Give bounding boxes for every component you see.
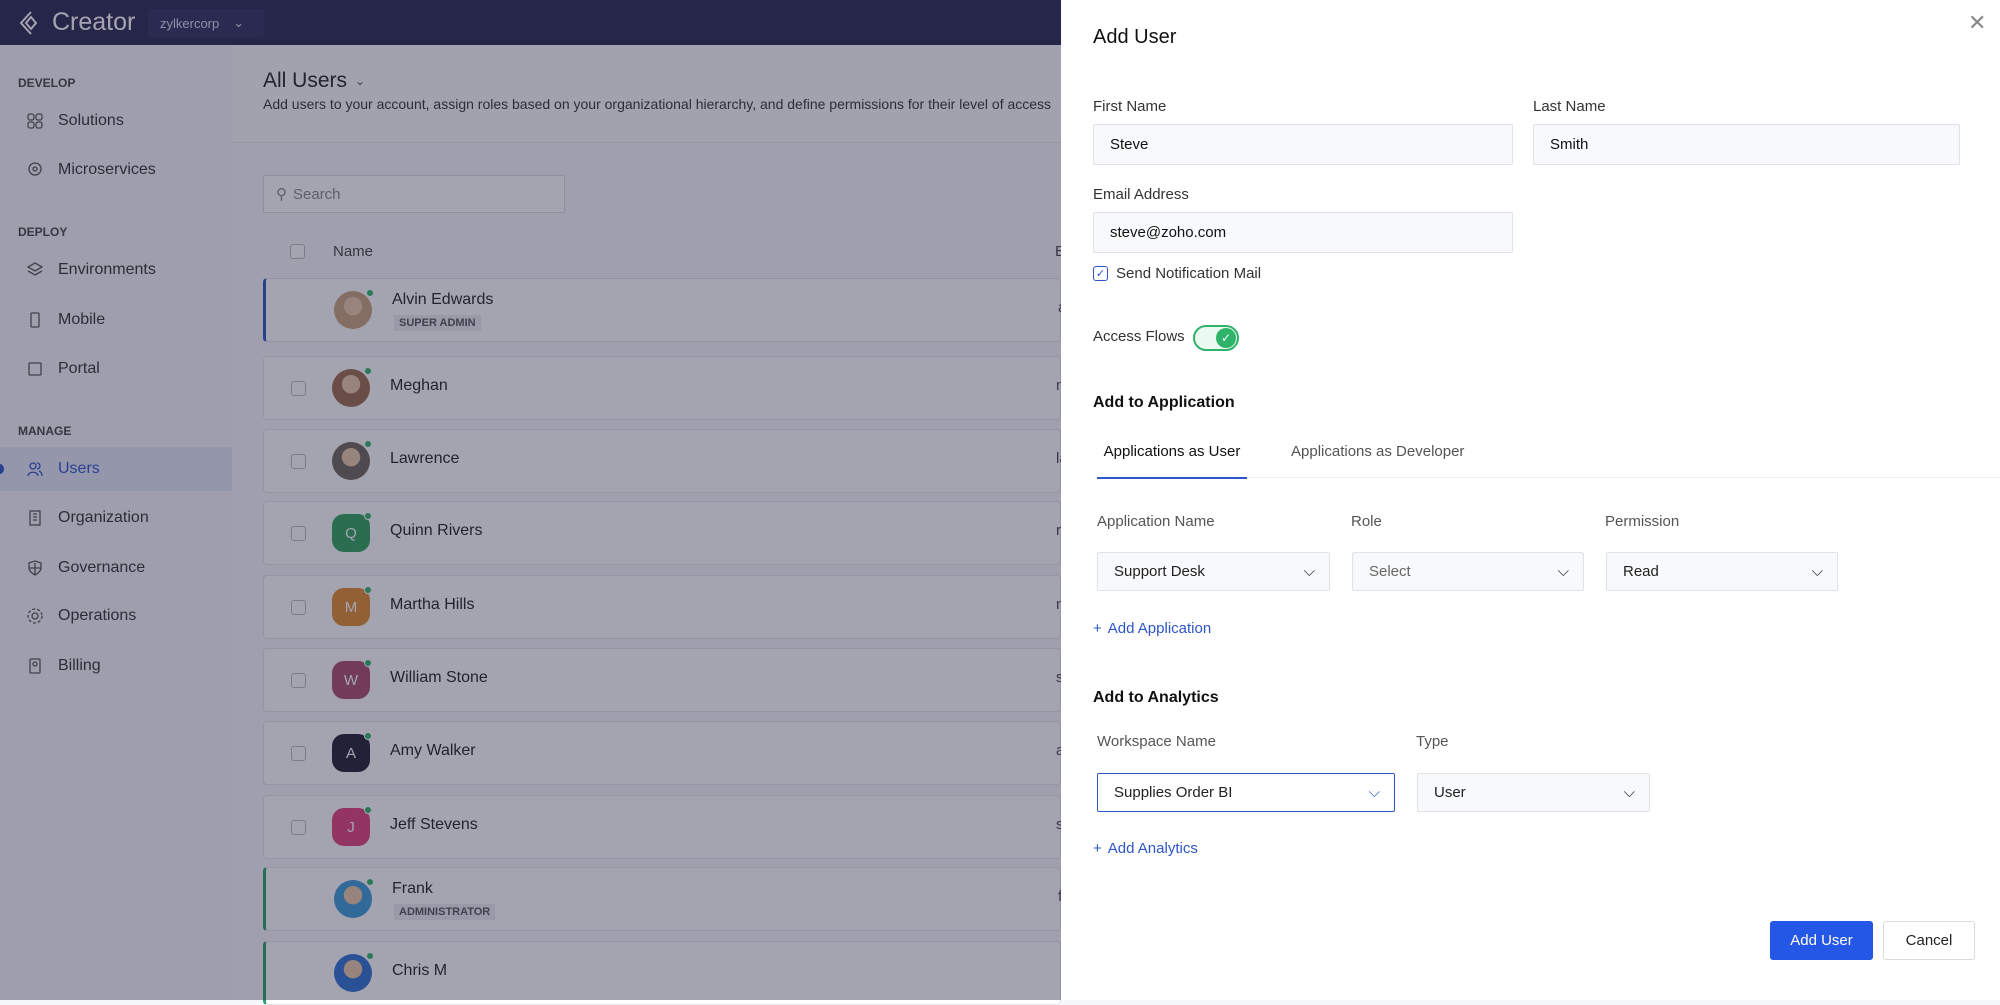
modal-backdrop[interactable]: [0, 0, 1061, 1000]
tab-applications-as-developer[interactable]: Applications as Developer: [1291, 443, 1464, 460]
chevron-down-icon: ⌵: [1368, 784, 1380, 801]
select-value: User: [1434, 784, 1466, 801]
application-name-select[interactable]: Support Desk ⌵: [1097, 552, 1330, 591]
notify-label: Send Notification Mail: [1116, 265, 1262, 282]
chevron-down-icon: ⌵: [1811, 563, 1823, 580]
link-label: Add Analytics: [1107, 840, 1198, 857]
add-application-link[interactable]: + Add Application: [1093, 620, 1211, 637]
application-name-label: Application Name: [1097, 513, 1215, 530]
chevron-down-icon: ⌵: [1623, 784, 1635, 801]
add-analytics-link[interactable]: + Add Analytics: [1093, 840, 1198, 857]
add-to-application-heading: Add to Application: [1093, 394, 1235, 411]
panel-title: Add User: [1093, 26, 1177, 48]
first-name-label: First Name: [1093, 98, 1167, 115]
role-select[interactable]: Select ⌵: [1352, 552, 1584, 591]
select-value: Support Desk: [1114, 563, 1205, 580]
email-field[interactable]: steve@zoho.com: [1093, 212, 1513, 253]
plus-icon: +: [1093, 620, 1102, 637]
check-icon: ✓: [1216, 328, 1236, 348]
select-value: Supplies Order BI: [1114, 784, 1233, 801]
add-to-analytics-heading: Add to Analytics: [1093, 689, 1219, 706]
chevron-down-icon: ⌵: [1303, 563, 1315, 580]
add-user-panel: Add User ✕ First Name Steve Last Name Sm…: [1061, 0, 2000, 1000]
select-value: Select: [1369, 563, 1411, 580]
email-label: Email Address: [1093, 186, 1189, 203]
notify-option[interactable]: ✓ Send Notification Mail: [1093, 265, 1261, 282]
role-label: Role: [1351, 513, 1382, 530]
type-label: Type: [1416, 733, 1449, 750]
access-flows-toggle[interactable]: ✓: [1193, 325, 1239, 351]
select-value: Read: [1623, 563, 1659, 580]
checkbox-checked-icon[interactable]: ✓: [1093, 266, 1108, 281]
type-select[interactable]: User ⌵: [1417, 773, 1650, 812]
workspace-name-label: Workspace Name: [1097, 733, 1216, 750]
chevron-down-icon: ⌵: [1557, 563, 1569, 580]
first-name-field[interactable]: Steve: [1093, 124, 1513, 165]
workspace-name-select[interactable]: Supplies Order BI ⌵: [1097, 773, 1395, 812]
close-icon[interactable]: ✕: [1968, 10, 1986, 36]
link-label: Add Application: [1107, 620, 1212, 637]
tab-applications-as-user[interactable]: Applications as User: [1097, 443, 1247, 479]
last-name-field[interactable]: Smith: [1533, 124, 1960, 165]
cancel-button[interactable]: Cancel: [1883, 921, 1975, 960]
permission-select[interactable]: Read ⌵: [1606, 552, 1838, 591]
access-flows-label: Access Flows: [1093, 328, 1185, 345]
plus-icon: +: [1093, 840, 1102, 857]
last-name-label: Last Name: [1533, 98, 1606, 115]
add-user-button[interactable]: Add User: [1770, 921, 1873, 960]
permission-label: Permission: [1605, 513, 1680, 530]
